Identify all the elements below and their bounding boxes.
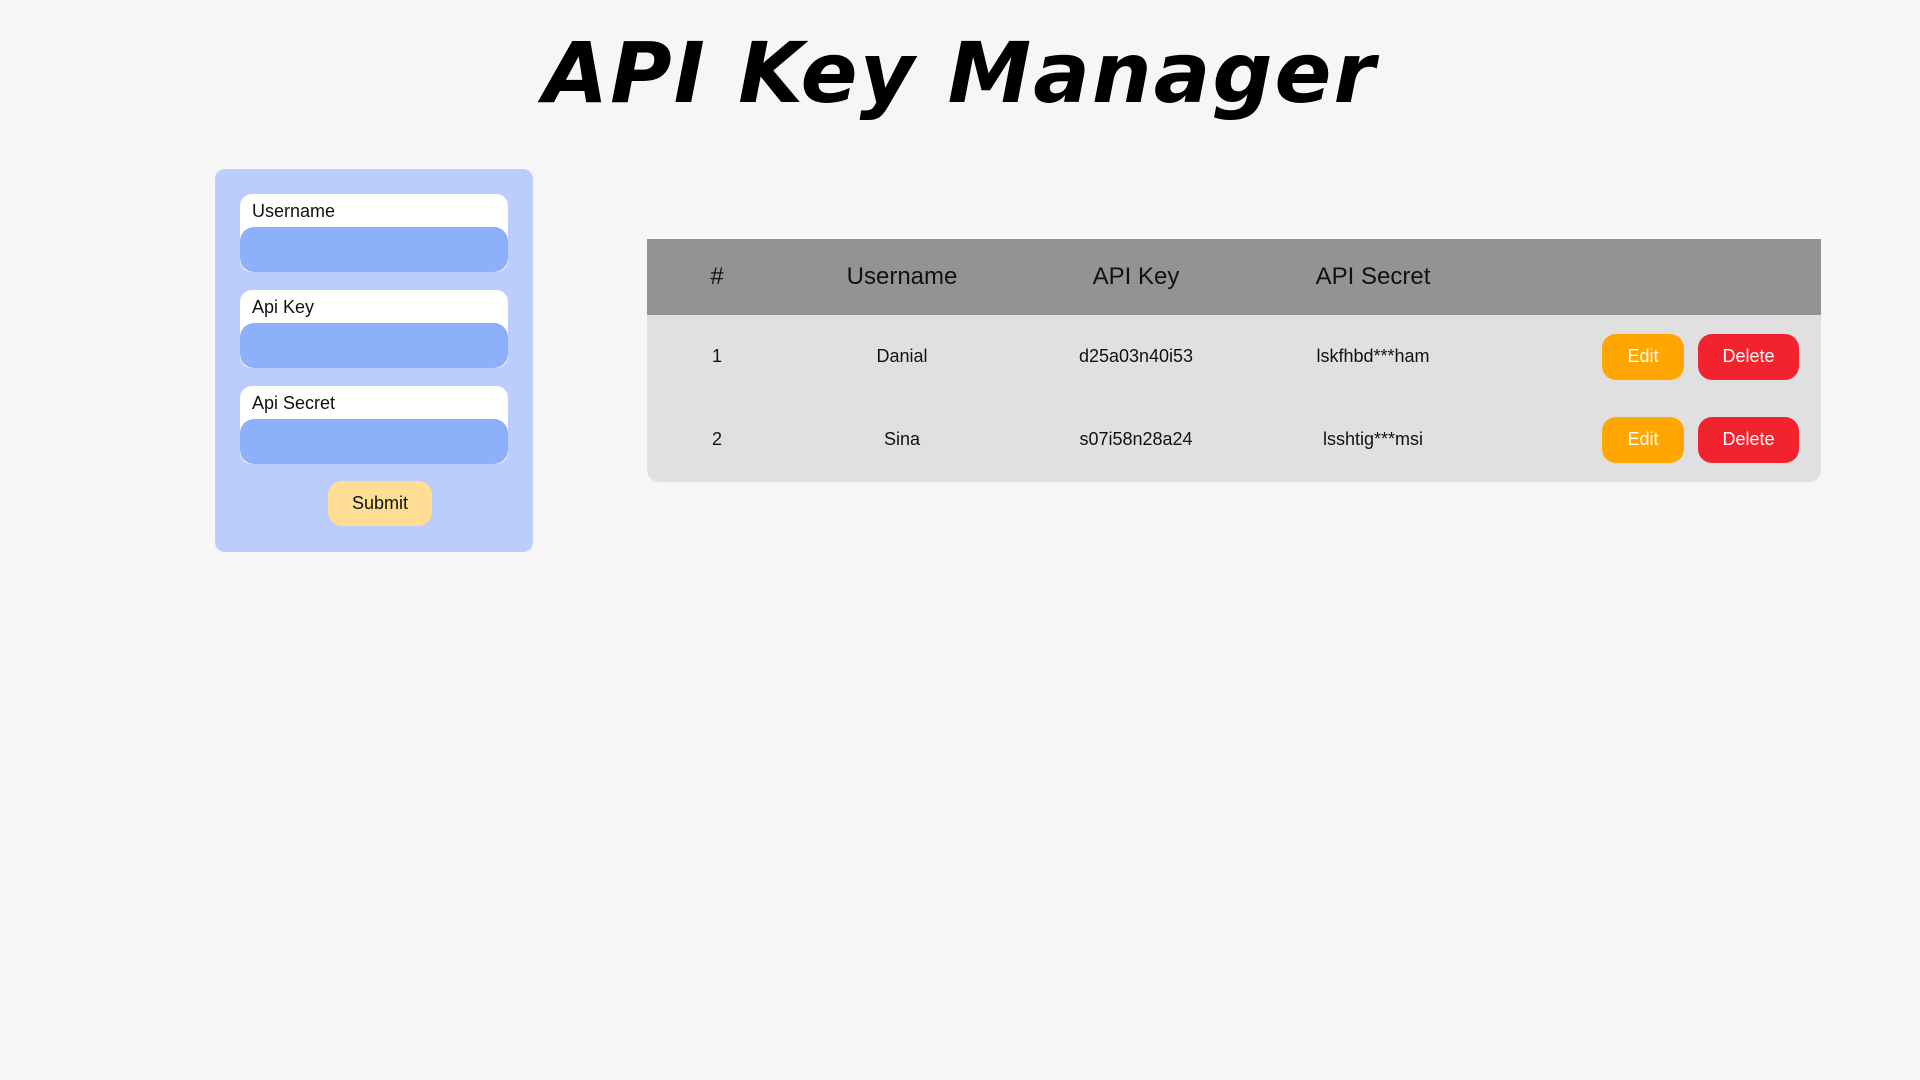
- api-key-label: Api Key: [252, 297, 315, 317]
- header-username: Username: [846, 263, 958, 290]
- page: API Key Manager Username Api Key Api Sec…: [0, 0, 1920, 1080]
- edit-button[interactable]: Edit: [1602, 333, 1684, 380]
- header-number: #: [710, 263, 724, 290]
- table-header: # Username API Key API Secret: [647, 239, 1821, 315]
- header-api-key: API Key: [1092, 263, 1180, 290]
- api-secret-field-group: Api Secret: [240, 386, 508, 464]
- api-secret-input[interactable]: [240, 419, 508, 464]
- table-row: 2 Sina s07i58n28a24 lsshtig***msi Edit De…: [647, 398, 1821, 481]
- table-header-row: # Username API Key API Secret: [647, 239, 1821, 315]
- delete-button[interactable]: Delete: [1698, 416, 1799, 463]
- edit-button[interactable]: Edit: [1602, 416, 1684, 463]
- api-key-input[interactable]: [240, 323, 508, 368]
- api-keys-table: # Username API Key API Secret 1 Danial d…: [647, 239, 1821, 481]
- row-number: 2: [711, 429, 722, 449]
- username-input[interactable]: [240, 227, 508, 272]
- api-keys-table-container: # Username API Key API Secret 1 Danial d…: [647, 239, 1821, 482]
- submit-button[interactable]: Submit: [328, 481, 432, 526]
- table-body: 1 Danial d25a03n40i53 lskfhbd***ham Edit…: [647, 315, 1821, 481]
- row-username: Danial: [876, 346, 928, 366]
- api-key-field-group: Api Key: [240, 290, 508, 368]
- row-api-key: d25a03n40i53: [1078, 346, 1194, 366]
- row-api-secret: lskfhbd***ham: [1316, 346, 1430, 366]
- row-username: Sina: [883, 429, 921, 449]
- username-field-group: Username: [240, 194, 508, 272]
- row-number: 1: [711, 346, 722, 366]
- username-label: Username: [252, 201, 336, 221]
- row-api-key: s07i58n28a24: [1079, 429, 1193, 449]
- row-api-secret: lsshtig***msi: [1322, 429, 1424, 449]
- header-api-secret: API Secret: [1315, 263, 1431, 290]
- delete-button[interactable]: Delete: [1698, 333, 1799, 380]
- api-key-form: Username Api Key Api Secret Submit: [215, 169, 533, 552]
- api-secret-label: Api Secret: [252, 393, 336, 413]
- row-actions: Edit Delete: [1491, 315, 1821, 398]
- page-title: API Key Manager: [543, 24, 1377, 122]
- table-row: 1 Danial d25a03n40i53 lskfhbd***ham Edit…: [647, 315, 1821, 398]
- row-actions: Edit Delete: [1491, 398, 1821, 481]
- header-actions: [1491, 239, 1821, 315]
